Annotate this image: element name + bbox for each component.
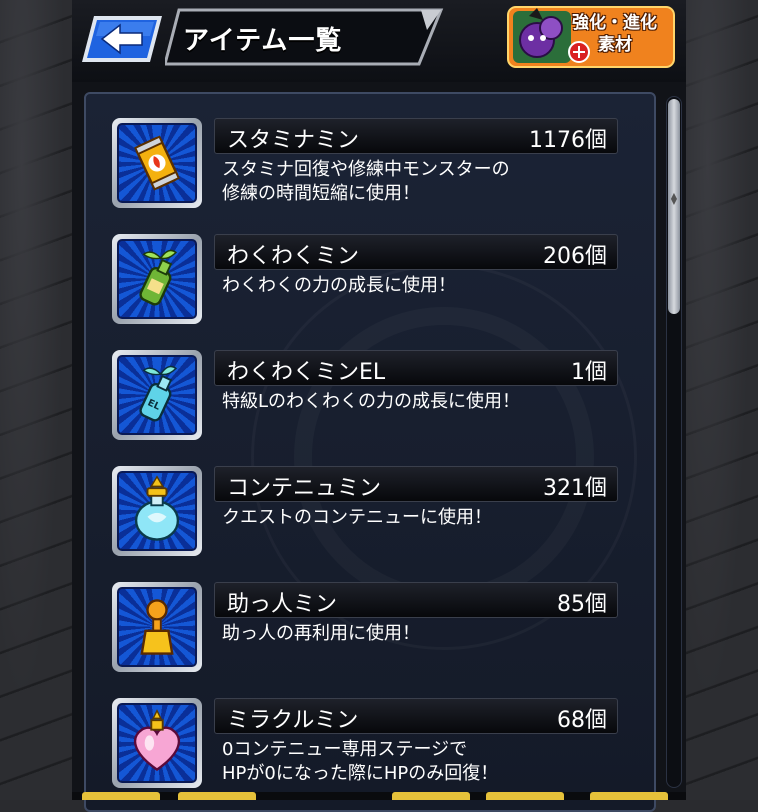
sprout-bottle-icon [139, 249, 178, 306]
item-name: わくわくミンEL [227, 360, 386, 385]
item-count: 68個 [557, 708, 607, 733]
item-description: クエストのコンテニューに使用！ [222, 507, 492, 528]
page-title: アイテム一覧 [183, 26, 343, 56]
item-name: コンテニュミン [227, 476, 382, 501]
item-name-bar: コンテニュミン 321個 [214, 466, 618, 502]
scrollbar[interactable]: ▲ ▼ [666, 96, 682, 788]
list-item[interactable]: 助っ人ミン 85個 助っ人の再利用に使用！ [112, 582, 632, 682]
miracle-heart-icon [133, 709, 181, 772]
el-bottle-icon: EL [139, 365, 178, 422]
item-icon-frame [112, 466, 202, 556]
item-name: 助っ人ミン [227, 592, 338, 617]
item-icon-frame [112, 234, 202, 324]
list-item[interactable]: コンテニュミン 321個 クエストのコンテニューに使用！ [112, 466, 632, 566]
back-arrow-icon [82, 16, 162, 62]
item-icon-frame: EL [112, 350, 202, 440]
item-description: 特級Lのわくわくの力の成長に使用！ [222, 391, 521, 412]
bottom-tab[interactable] [178, 792, 256, 800]
item-name: スタミナミン [227, 128, 360, 153]
item-name: ミラクルミン [227, 708, 359, 733]
item-name: わくわくミン [227, 244, 360, 269]
item-icon-frame [112, 118, 202, 208]
item-icon-frame [112, 582, 202, 672]
back-button[interactable] [80, 14, 164, 64]
stone-wall-right [686, 0, 758, 800]
bottom-tab[interactable] [486, 792, 564, 800]
item-count: 85個 [557, 592, 607, 617]
list-item[interactable]: わくわくミン 206個 わくわくの力の成長に使用！ [112, 234, 632, 334]
item-name-bar: わくわくミン 206個 [214, 234, 618, 270]
scroll-grip-icon: ▲ ▼ [670, 191, 678, 206]
list-item[interactable]: EL わくわくミンEL 1個 特級Lのわくわくの力の成長に使用！ [112, 350, 632, 450]
material-label-line2: 素材 [598, 35, 632, 55]
scroll-thumb[interactable]: ▲ ▼ [668, 99, 680, 314]
item-description: 0コンテニュー専用ステージで HPが0になった際にHPのみ回復！ [222, 739, 499, 784]
bottom-tab[interactable] [82, 792, 160, 800]
bottom-tab[interactable] [392, 792, 470, 800]
item-count: 321個 [543, 476, 607, 501]
item-name-bar: 助っ人ミン 85個 [214, 582, 618, 618]
bottom-tab[interactable] [590, 792, 668, 800]
list-item[interactable]: ミラクルミン 68個 0コンテニュー専用ステージで HPが0になった際にHPのみ… [112, 698, 632, 798]
item-icon-frame [112, 698, 202, 788]
item-name-bar: わくわくミンEL 1個 [214, 350, 618, 386]
stone-wall-left [0, 0, 72, 800]
item-description: 助っ人の再利用に使用！ [222, 623, 420, 644]
stamina-can-icon [134, 135, 180, 191]
material-label-line1: 強化・進化 [572, 13, 657, 33]
continue-flask-icon [134, 475, 180, 541]
item-count: 1個 [571, 360, 607, 385]
helper-figure-icon [140, 599, 174, 655]
item-name-bar: スタミナミン 1176個 [214, 118, 618, 154]
item-count: 206個 [543, 244, 607, 269]
list-item[interactable]: スタミナミン 1176個 スタミナ回復や修練中モンスターの 修練の時間短縮に使用… [112, 118, 632, 218]
item-count: 1176個 [529, 128, 607, 153]
item-description: スタミナ回復や修練中モンスターの 修練の時間短縮に使用！ [222, 159, 510, 204]
material-button-label: 強化・進化 素材 [572, 12, 657, 56]
item-name-bar: ミラクルミン 68個 [214, 698, 618, 734]
item-description: わくわくの力の成長に使用！ [222, 275, 456, 296]
